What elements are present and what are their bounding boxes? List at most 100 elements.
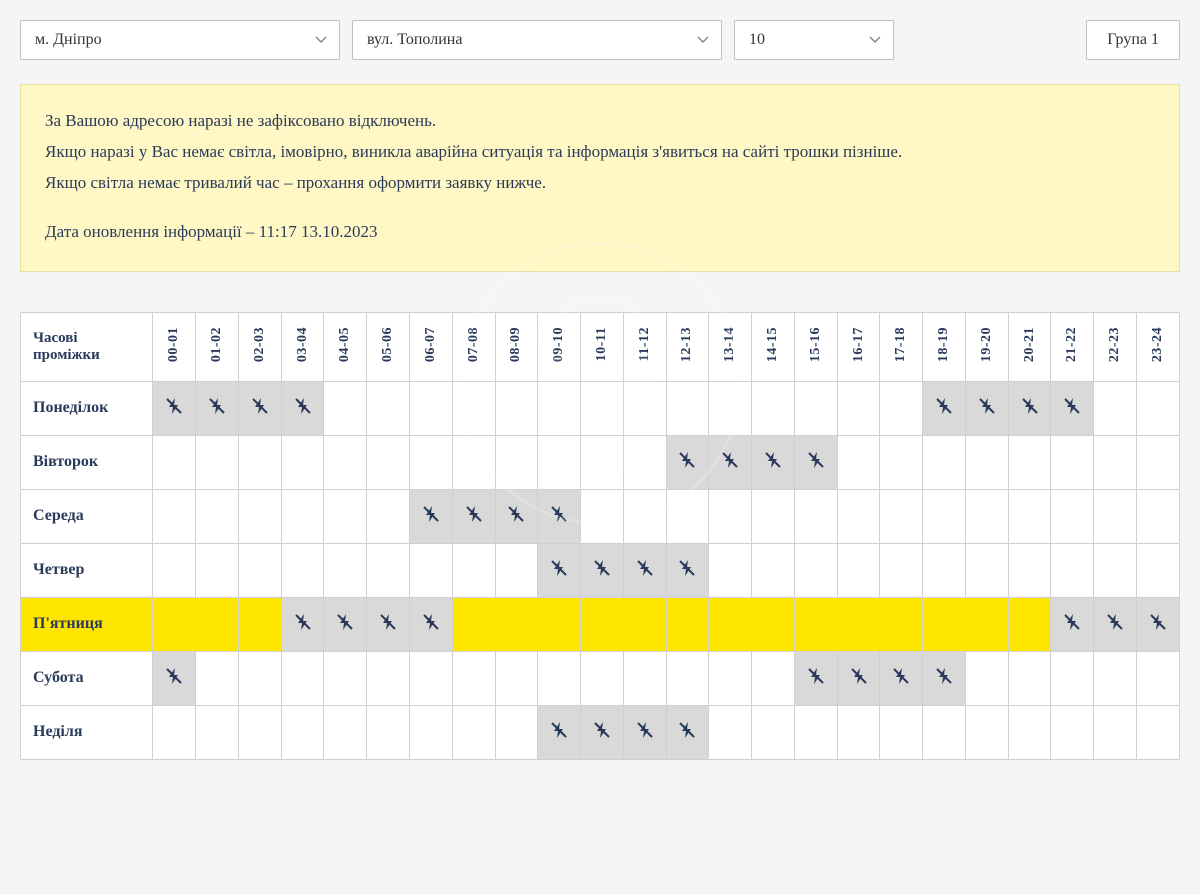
time-cell	[452, 651, 495, 705]
time-cell	[623, 489, 666, 543]
time-cell	[367, 435, 410, 489]
time-cell	[794, 597, 837, 651]
outage-icon	[464, 511, 484, 528]
time-cell	[880, 651, 923, 705]
time-cell	[196, 543, 239, 597]
time-cell	[153, 489, 196, 543]
time-cell	[837, 705, 880, 759]
time-cell	[196, 597, 239, 651]
notice-box: За Вашою адресою наразі не зафіксовано в…	[20, 84, 1180, 272]
outage-icon	[806, 457, 826, 474]
table-row: Вівторок	[21, 435, 1180, 489]
table-row: Четвер	[21, 543, 1180, 597]
time-cell	[1051, 651, 1094, 705]
time-cell	[1137, 381, 1180, 435]
time-cell	[324, 489, 367, 543]
time-cell	[581, 705, 624, 759]
time-column-header: 08-09	[495, 312, 538, 381]
time-cell	[923, 435, 966, 489]
time-cell	[752, 435, 795, 489]
outage-schedule-table: Часові проміжки00-0101-0202-0303-0404-05…	[20, 312, 1180, 760]
time-column-header: 18-19	[923, 312, 966, 381]
time-cell	[581, 381, 624, 435]
time-slot-label: 09-10	[551, 323, 567, 366]
time-column-header: 13-14	[709, 312, 752, 381]
time-cell	[752, 705, 795, 759]
time-cell	[965, 435, 1008, 489]
day-label: П'ятниця	[21, 597, 153, 651]
city-select[interactable]: м. Дніпро	[20, 20, 340, 60]
time-slot-label: 01-02	[209, 323, 225, 366]
time-cell	[1137, 705, 1180, 759]
time-cell	[1051, 489, 1094, 543]
outage-icon	[849, 673, 869, 690]
time-slot-label: 13-14	[722, 323, 738, 366]
day-label: Четвер	[21, 543, 153, 597]
time-cell	[367, 381, 410, 435]
time-slot-label: 14-15	[765, 323, 781, 366]
time-cell	[666, 435, 709, 489]
time-column-header: 23-24	[1137, 312, 1180, 381]
house-select[interactable]: 10	[734, 20, 894, 60]
time-cell	[324, 381, 367, 435]
street-select-value: вул. Тополина	[367, 31, 462, 48]
table-row: Середа	[21, 489, 1180, 543]
time-cell	[452, 705, 495, 759]
outage-icon	[806, 673, 826, 690]
time-column-header: 14-15	[752, 312, 795, 381]
time-cell	[1051, 435, 1094, 489]
time-cell	[538, 705, 581, 759]
outage-icon	[549, 565, 569, 582]
filters-row: м. Дніпро вул. Тополина 10 Група 1	[20, 20, 1180, 60]
time-cell	[495, 435, 538, 489]
table-row: Понеділок	[21, 381, 1180, 435]
outage-icon	[421, 619, 441, 636]
time-cell	[238, 381, 281, 435]
time-cell	[752, 543, 795, 597]
street-select[interactable]: вул. Тополина	[352, 20, 722, 60]
time-cell	[409, 651, 452, 705]
time-cell	[1137, 651, 1180, 705]
time-slot-label: 22-23	[1107, 323, 1123, 366]
time-column-header: 04-05	[324, 312, 367, 381]
outage-icon	[677, 727, 697, 744]
time-cell	[452, 489, 495, 543]
time-cell	[153, 543, 196, 597]
time-slot-label: 20-21	[1022, 323, 1038, 366]
time-cell	[581, 651, 624, 705]
time-cell	[1137, 543, 1180, 597]
time-slot-label: 06-07	[423, 323, 439, 366]
time-cell	[1008, 435, 1051, 489]
time-cell	[281, 705, 324, 759]
time-cell	[666, 597, 709, 651]
chevron-down-icon	[315, 36, 327, 44]
time-cell	[281, 489, 324, 543]
time-cell	[923, 597, 966, 651]
day-label: Неділя	[21, 705, 153, 759]
time-cell	[367, 543, 410, 597]
time-cell	[709, 705, 752, 759]
time-slot-label: 07-08	[466, 323, 482, 366]
time-cell	[1137, 597, 1180, 651]
time-cell	[666, 543, 709, 597]
time-slot-label: 10-11	[594, 323, 610, 365]
outage-icon	[378, 619, 398, 636]
time-cell	[709, 435, 752, 489]
time-cell	[1094, 705, 1137, 759]
notice-line-2: Якщо наразі у Вас немає світла, імовірно…	[45, 138, 1155, 167]
notice-line-1: За Вашою адресою наразі не зафіксовано в…	[45, 107, 1155, 136]
time-cell	[794, 651, 837, 705]
time-cell	[623, 543, 666, 597]
time-cell	[1094, 651, 1137, 705]
time-column-header: 11-12	[623, 312, 666, 381]
outage-icon	[1062, 619, 1082, 636]
time-cell	[409, 381, 452, 435]
time-cell	[367, 651, 410, 705]
time-slot-label: 02-03	[252, 323, 268, 366]
time-cell	[1051, 705, 1094, 759]
time-cell	[794, 543, 837, 597]
outage-icon	[763, 457, 783, 474]
time-cell	[581, 489, 624, 543]
outage-icon	[164, 403, 184, 420]
time-cell	[538, 489, 581, 543]
